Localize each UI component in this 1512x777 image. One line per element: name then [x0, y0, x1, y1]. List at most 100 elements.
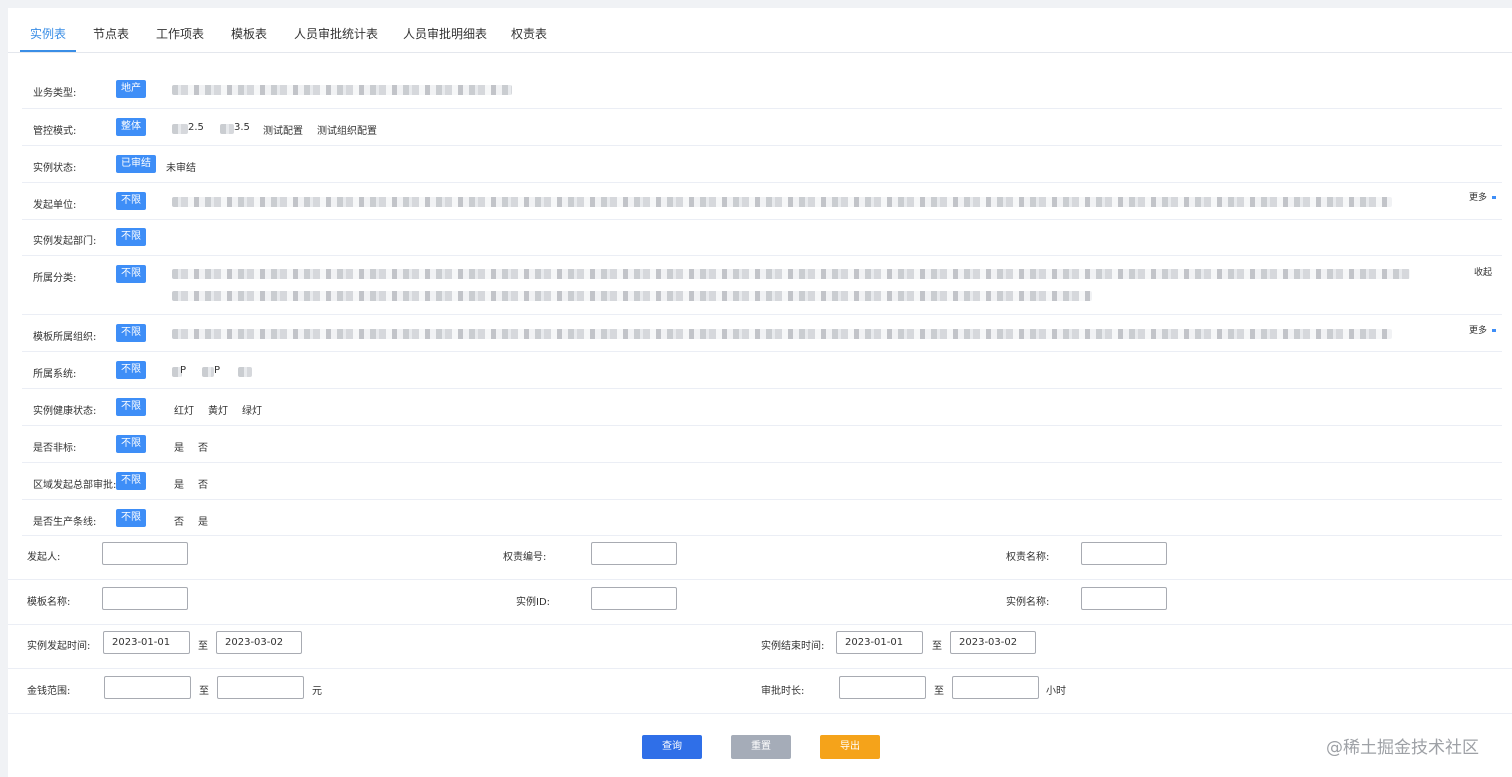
tab-work-item-table[interactable]: 工作项表	[156, 25, 204, 42]
control-mode-option[interactable]: 3.5	[234, 122, 250, 133]
filter-row-instance-dept: 实例发起部门: 不限	[22, 219, 1502, 256]
template-org-selected[interactable]: 不限	[116, 324, 146, 342]
filter-label: 管控模式:	[33, 126, 77, 137]
health-status-selected[interactable]: 不限	[116, 398, 146, 416]
health-status-option-yellow[interactable]: 黄灯	[208, 402, 228, 417]
production-line-option[interactable]: 否	[174, 513, 184, 528]
export-button[interactable]: 导出	[820, 735, 880, 759]
system-selected[interactable]: 不限	[116, 361, 146, 379]
filter-label: 业务类型:	[33, 88, 77, 99]
query-button[interactable]: 查询	[642, 735, 702, 759]
obscured-options	[172, 269, 1410, 279]
instance-id-label: 实例ID:	[516, 597, 551, 608]
filter-label: 实例状态:	[33, 163, 77, 174]
end-time-from-input[interactable]	[836, 631, 923, 654]
health-status-option-green[interactable]: 绿灯	[242, 402, 262, 417]
health-status-option-red[interactable]: 红灯	[174, 402, 194, 417]
tab-instance-table[interactable]: 实例表	[30, 25, 66, 42]
tab-approver-stats-table[interactable]: 人员审批统计表	[294, 25, 378, 42]
duration-from-input[interactable]	[839, 676, 926, 699]
range-separator: 至	[932, 641, 942, 652]
region-hq-option[interactable]: 否	[198, 476, 208, 491]
filter-row-business-type: 业务类型: 地产	[22, 70, 1502, 109]
duration-to-input[interactable]	[952, 676, 1039, 699]
template-name-label: 模板名称:	[27, 597, 71, 608]
filter-label: 所属分类:	[33, 273, 77, 284]
filter-row-non-standard: 是否非标: 不限 是 否	[22, 425, 1502, 463]
system-option[interactable]: P	[214, 365, 220, 376]
tab-template-table[interactable]: 模板表	[231, 25, 267, 42]
control-mode-option[interactable]: 测试配置	[263, 122, 303, 137]
instance-name-label: 实例名称:	[1006, 597, 1050, 608]
end-time-to-input[interactable]	[950, 631, 1036, 654]
authority-no-input[interactable]	[591, 542, 677, 565]
search-row-1: 发起人: 权责编号: 权责名称:	[8, 535, 1512, 580]
obscured-option-prefix	[202, 367, 214, 377]
tab-node-table[interactable]: 节点表	[93, 25, 129, 42]
start-time-to-input[interactable]	[216, 631, 302, 654]
more-toggle[interactable]: 更多	[1469, 190, 1496, 203]
report-page: 实例表 节点表 工作项表 模板表 人员审批统计表 人员审批明细表 权责表 业务类…	[8, 8, 1512, 777]
authority-no-label: 权责编号:	[503, 552, 547, 563]
filter-label: 是否生产条线:	[33, 517, 97, 528]
tab-approver-detail-table[interactable]: 人员审批明细表	[403, 25, 487, 42]
report-tabs: 实例表 节点表 工作项表 模板表 人员审批统计表 人员审批明细表 权责表	[8, 8, 1512, 53]
end-time-label: 实例结束时间:	[761, 641, 825, 652]
authority-name-label: 权责名称:	[1006, 552, 1050, 563]
more-toggle[interactable]: 更多	[1469, 323, 1496, 336]
collapse-toggle[interactable]: 收起	[1474, 265, 1492, 278]
business-type-selected[interactable]: 地产	[116, 80, 146, 98]
filter-row-health-status: 实例健康状态: 不限 红灯 黄灯 绿灯	[22, 388, 1502, 426]
obscured-option-prefix	[172, 124, 188, 134]
production-line-selected[interactable]: 不限	[116, 509, 146, 527]
tab-authority-table[interactable]: 权责表	[511, 25, 547, 42]
control-mode-selected[interactable]: 整体	[116, 118, 146, 136]
system-option[interactable]: P	[180, 365, 186, 376]
instance-status-option[interactable]: 未审结	[166, 159, 196, 174]
region-hq-option[interactable]: 是	[174, 476, 184, 491]
non-standard-option[interactable]: 否	[198, 439, 208, 454]
category-selected[interactable]: 不限	[116, 265, 146, 283]
duration-unit: 小时	[1046, 686, 1066, 697]
filter-row-production-line: 是否生产条线: 不限 否 是	[22, 499, 1502, 536]
amount-from-input[interactable]	[104, 676, 191, 699]
control-mode-option[interactable]: 测试组织配置	[317, 122, 377, 137]
filter-label: 区域发起总部审批:	[33, 480, 117, 491]
instance-id-input[interactable]	[591, 587, 677, 610]
control-mode-option[interactable]: 2.5	[188, 122, 204, 133]
instance-status-selected[interactable]: 已审结	[116, 155, 156, 173]
instance-dept-selected[interactable]: 不限	[116, 228, 146, 246]
chevron-down-icon	[1492, 196, 1496, 199]
filter-label: 实例发起部门:	[33, 236, 97, 247]
authority-name-input[interactable]	[1081, 542, 1167, 565]
filter-label: 发起单位:	[33, 200, 77, 211]
filter-row-instance-status: 实例状态: 已审结 未审结	[22, 145, 1502, 183]
production-line-option[interactable]: 是	[198, 513, 208, 528]
initiating-unit-selected[interactable]: 不限	[116, 192, 146, 210]
search-row-2: 模板名称: 实例ID: 实例名称:	[8, 579, 1512, 625]
obscured-option	[238, 367, 252, 377]
search-row-3: 实例发起时间: 至 实例结束时间: 至	[8, 624, 1512, 669]
watermark: @稀土掘金技术社区	[1326, 738, 1479, 758]
reset-button[interactable]: 重置	[731, 735, 791, 759]
non-standard-selected[interactable]: 不限	[116, 435, 146, 453]
filter-label: 实例健康状态:	[33, 406, 97, 417]
amount-unit: 元	[312, 686, 322, 697]
initiator-label: 发起人:	[27, 552, 61, 563]
template-name-input[interactable]	[102, 587, 188, 610]
region-hq-selected[interactable]: 不限	[116, 472, 146, 490]
non-standard-option[interactable]: 是	[174, 439, 184, 454]
obscured-options	[172, 197, 1392, 207]
amount-to-input[interactable]	[217, 676, 304, 699]
filter-label: 是否非标:	[33, 443, 77, 454]
filter-row-system: 所属系统: 不限 P P	[22, 351, 1502, 389]
obscured-options	[172, 85, 512, 95]
instance-name-input[interactable]	[1081, 587, 1167, 610]
filter-row-template-org: 模板所属组织: 不限 更多	[22, 314, 1502, 352]
initiator-input[interactable]	[102, 542, 188, 565]
filter-row-initiating-unit: 发起单位: 不限 更多	[22, 182, 1502, 220]
obscured-options	[172, 329, 1392, 339]
amount-label: 金钱范围:	[27, 686, 71, 697]
chevron-down-icon	[1492, 329, 1496, 332]
start-time-from-input[interactable]	[103, 631, 190, 654]
